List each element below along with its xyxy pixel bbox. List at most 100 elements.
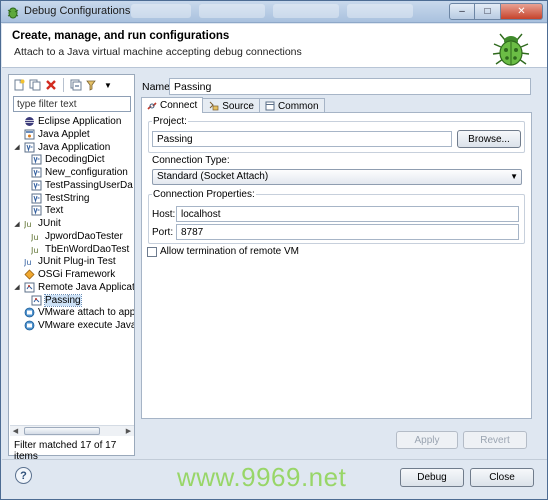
debug-bug-title-icon — [7, 7, 19, 19]
background-tab — [199, 4, 265, 18]
tree-item-label: Java Application — [38, 141, 111, 153]
toolbar-separator — [63, 78, 64, 92]
tree-item[interactable]: DecodingDict — [31, 153, 104, 166]
tree-item[interactable]: ◢ Java Application — [13, 141, 110, 154]
host-field[interactable] — [176, 206, 519, 222]
junit-icon: Ju — [24, 218, 35, 229]
close-window-button[interactable]: ✕ — [501, 3, 543, 20]
expanded-twisty-icon[interactable]: ◢ — [13, 143, 21, 151]
watermark-text: www.9969.net — [177, 462, 347, 492]
tree-item-label: Remote Java Applicatio — [38, 281, 134, 293]
minimize-button[interactable]: ‒ — [449, 3, 475, 20]
tree-item-label: TbEnWordDaoTest — [45, 243, 130, 255]
header-subtitle: Attach to a Java virtual machine accepti… — [14, 46, 302, 58]
maximize-button[interactable]: □ — [475, 3, 501, 20]
tree-item-label: VMware attach to appl — [38, 307, 134, 319]
tree-item[interactable]: Text — [31, 204, 63, 217]
filter-input[interactable] — [13, 96, 131, 112]
connection-type-label: Connection Type: — [152, 155, 230, 166]
project-field[interactable] — [152, 131, 452, 147]
tree-item-label: Text — [45, 205, 64, 217]
host-label: Host: — [152, 209, 176, 220]
tab-connect-label: Connect — [160, 100, 198, 111]
duplicate-icon[interactable] — [28, 78, 42, 92]
java-app-icon — [31, 154, 42, 165]
connection-type-select[interactable]: Standard (Socket Attach) ▼ — [152, 169, 522, 185]
tree-item-label: TestString — [45, 192, 90, 204]
window-title: Debug Configurations — [24, 5, 131, 17]
new-configuration-icon[interactable] — [12, 78, 26, 92]
port-field[interactable] — [176, 224, 519, 240]
tree-item[interactable]: VMware attach to appl — [13, 306, 134, 319]
apply-button[interactable]: Apply — [396, 431, 458, 449]
tab-connect[interactable]: Connect — [141, 97, 204, 113]
configuration-tree: Eclipse Application Java Applet ◢ Java Appl… — [9, 115, 134, 411]
scroll-left-icon[interactable]: ◀ — [10, 426, 21, 436]
title-bar[interactable]: Debug Configurations ‒ □ ✕ — [1, 1, 547, 23]
background-tab — [131, 4, 191, 18]
common-icon — [265, 101, 275, 111]
tree-item[interactable]: ◢ Remote Java Applicatio — [13, 281, 134, 294]
tree-item[interactable]: Ju TbEnWordDaoTest — [31, 243, 129, 256]
tree-item-label: New_configuration — [45, 167, 128, 178]
browse-button[interactable]: Browse... — [457, 130, 521, 148]
svg-text:Ju: Ju — [31, 233, 38, 242]
dialog-header: Create, manage, and run configurations A… — [2, 24, 547, 68]
revert-button[interactable]: Revert — [463, 431, 527, 449]
collapse-all-icon[interactable] — [69, 78, 83, 92]
tree-item[interactable]: OSGi Framework — [13, 268, 115, 281]
filter-icon[interactable] — [85, 78, 99, 92]
junit-plugin-icon: Ju — [24, 256, 35, 267]
tree-item[interactable]: VMware execute Java a — [13, 319, 134, 332]
help-icon[interactable]: ? — [15, 467, 32, 484]
tree-toolbar: ▼ — [12, 77, 115, 93]
bottom-separator — [2, 459, 547, 460]
tree-item[interactable]: New_configuration — [31, 166, 128, 179]
tree-item-label: JpwordDaoTester — [45, 230, 123, 242]
tree-item[interactable]: ◢ Ju JUnit — [13, 217, 61, 230]
java-app-icon — [31, 180, 42, 191]
connect-icon — [147, 101, 157, 110]
connection-type-value: Standard (Socket Attach) — [157, 171, 269, 182]
vmware-icon — [24, 307, 35, 318]
tree-item-label: Passing — [44, 293, 82, 307]
svg-text:Ju: Ju — [31, 246, 38, 255]
debug-button[interactable]: Debug — [400, 468, 464, 487]
tree-item-label: TestPassingUserDa — [45, 179, 133, 191]
tree-item[interactable]: Java Applet — [13, 128, 90, 141]
tree-item-label: Eclipse Application — [38, 116, 122, 127]
tab-source[interactable]: Source — [202, 98, 260, 113]
tree-item-label: OSGi Framework — [38, 269, 116, 280]
tree-item[interactable]: Ju JpwordDaoTester — [31, 230, 123, 243]
name-field[interactable] — [169, 78, 531, 95]
applet-icon — [24, 129, 35, 140]
expanded-twisty-icon[interactable]: ◢ — [13, 220, 21, 228]
tree-item-label: Java Applet — [38, 128, 90, 140]
tree-item[interactable]: Eclipse Application — [13, 115, 121, 128]
tree-item[interactable]: TestPassingUserDa — [31, 179, 133, 192]
horizontal-scrollbar[interactable]: ◀ ▶ — [10, 425, 134, 436]
tab-common[interactable]: Common — [258, 98, 325, 113]
java-app-icon — [31, 205, 42, 216]
tree-item-label: VMware execute Java a — [38, 320, 134, 331]
scroll-right-icon[interactable]: ▶ — [123, 426, 134, 436]
close-button[interactable]: Close — [470, 468, 534, 487]
background-tab — [347, 4, 413, 18]
allow-termination-checkbox[interactable] — [147, 247, 157, 257]
chevron-down-icon[interactable]: ▼ — [101, 78, 115, 92]
bug-icon — [492, 33, 530, 66]
vmware-icon — [24, 320, 35, 331]
tree-item[interactable]: Passing — [31, 293, 82, 307]
background-tab — [273, 4, 339, 18]
expanded-twisty-icon[interactable]: ◢ — [13, 283, 21, 291]
connect-tab-panel: Project: Browse... Connection Type: Stan… — [141, 112, 532, 449]
delete-icon[interactable] — [44, 78, 58, 92]
tree-item[interactable]: TestString — [31, 192, 89, 205]
debug-configurations-window: Debug Configurations ‒ □ ✕ Create, manag… — [0, 0, 548, 500]
tree-item[interactable]: Ju JUnit Plug-in Test — [13, 255, 116, 268]
scroll-thumb[interactable] — [24, 427, 100, 435]
